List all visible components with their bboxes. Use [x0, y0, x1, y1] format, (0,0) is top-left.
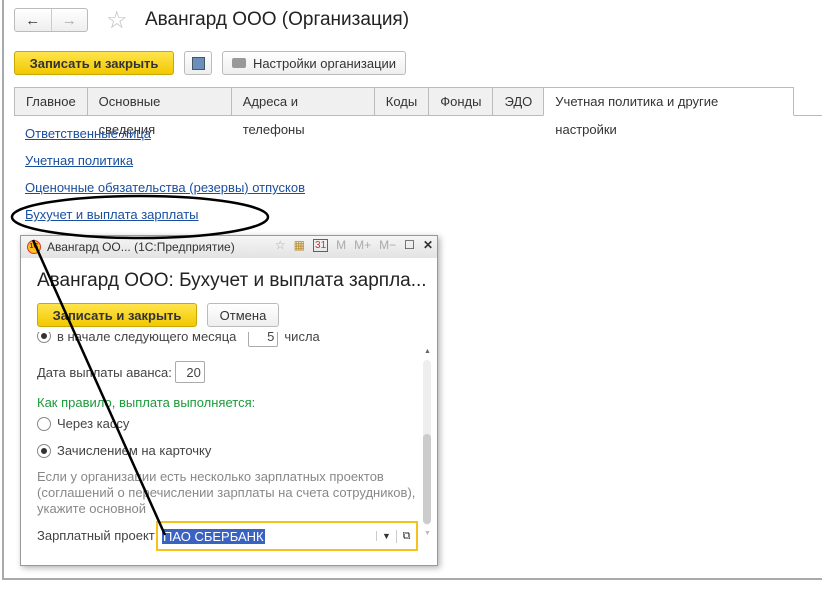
forward-arrow-icon[interactable]: →: [50, 9, 88, 31]
dialog-heading: Авангард ООО: Бухучет и выплата зарпла..…: [37, 270, 427, 291]
month-day-input[interactable]: 5: [248, 332, 279, 347]
org-settings-button[interactable]: Настройки организации: [222, 51, 406, 75]
scroll-up-icon[interactable]: ▲: [424, 348, 431, 355]
tab-codes[interactable]: Коды: [373, 87, 429, 116]
link-responsible-persons[interactable]: Ответственные лица: [25, 126, 151, 141]
advance-date-label: Дата выплаты аванса:: [37, 364, 172, 380]
floppy-disk-icon: [191, 56, 205, 70]
link-salary-accounting[interactable]: Бухучет и выплата зарплаты: [25, 207, 199, 222]
org-settings-label: Настройки организации: [252, 55, 397, 71]
dialog-save-close-button[interactable]: Записать и закрыть: [37, 303, 197, 327]
salary-project-note: Если у организации есть несколько зарпла…: [37, 469, 416, 516]
scroll-down-icon[interactable]: ▼: [424, 530, 431, 537]
salary-project-field[interactable]: ПАО СБЕРБАНК ▼ ⧉: [156, 521, 418, 551]
link-vacation-reserves[interactable]: Оценочные обязательства (резервы) отпуск…: [25, 180, 305, 195]
favorite-icon[interactable]: ☆: [275, 238, 286, 252]
memory-plus-button[interactable]: M+: [354, 238, 371, 252]
nav-buttons: ← →: [14, 8, 88, 32]
dialog-cancel-button[interactable]: Отмена: [207, 303, 279, 327]
link-accounting-policy[interactable]: Учетная политика: [25, 153, 133, 168]
scrollbar-thumb[interactable]: [423, 434, 431, 524]
back-arrow-icon[interactable]: ←: [15, 9, 51, 31]
tab-bar: Главное Основные сведения Адреса и телеф…: [14, 87, 794, 137]
radio-next-month[interactable]: [37, 332, 51, 343]
advance-day-input[interactable]: 20: [174, 361, 205, 383]
close-icon[interactable]: ✕: [423, 238, 433, 252]
maximize-icon[interactable]: ☐: [404, 238, 415, 252]
card-label: Зачислением на карточку: [57, 443, 212, 458]
calendar-icon[interactable]: 31: [313, 238, 329, 252]
salary-accounting-dialog: 1C Авангард ОО... (1С:Предприятие) ☆ ▦ 3…: [20, 235, 438, 566]
dialog-titlebar: 1C Авангард ОО... (1С:Предприятие) ☆ ▦ 3…: [21, 236, 437, 258]
favorite-star-icon[interactable]: ☆: [106, 6, 128, 35]
1c-logo-icon: 1C: [27, 240, 41, 254]
scrollbar[interactable]: ▲ ▼: [423, 348, 431, 537]
calculator-icon[interactable]: ▦: [294, 238, 305, 252]
tab-addresses[interactable]: Адреса и телефоны: [230, 87, 374, 137]
save-close-button[interactable]: Записать и закрыть: [14, 51, 174, 75]
dialog-scroll-area: в начале следующего месяца 5 числа Дата …: [21, 332, 437, 554]
next-month-label: в начале следующего месяца: [57, 332, 237, 344]
salary-project-value: ПАО СБЕРБАНК: [162, 528, 265, 544]
tab-accounting-policy[interactable]: Учетная политика и другие настройки: [543, 87, 794, 137]
dropdown-arrow-icon[interactable]: ▼: [376, 531, 396, 541]
tab-basic-info[interactable]: Основные сведения: [86, 87, 231, 137]
tab-edo[interactable]: ЭДО: [492, 87, 544, 116]
radio-card[interactable]: [37, 443, 51, 458]
tab-main[interactable]: Главное: [14, 87, 87, 116]
cash-label: Через кассу: [57, 416, 130, 431]
radio-cash[interactable]: [37, 416, 51, 431]
tab-funds[interactable]: Фонды: [428, 87, 493, 116]
memory-m-button[interactable]: M: [336, 238, 346, 252]
open-icon[interactable]: ⧉: [396, 529, 416, 543]
dialog-window-title: Авангард ОО... (1С:Предприятие): [47, 240, 235, 254]
memory-minus-button[interactable]: M−: [379, 238, 396, 252]
salary-project-label: Зарплатный проект:: [37, 528, 159, 543]
payment-method-heading: Как правило, выплата выполняется:: [37, 395, 256, 410]
printer-icon: [231, 58, 246, 68]
save-button[interactable]: [184, 51, 212, 75]
day-suffix-label: числа: [284, 332, 320, 344]
page-title: Авангард ООО (Организация): [145, 9, 410, 30]
